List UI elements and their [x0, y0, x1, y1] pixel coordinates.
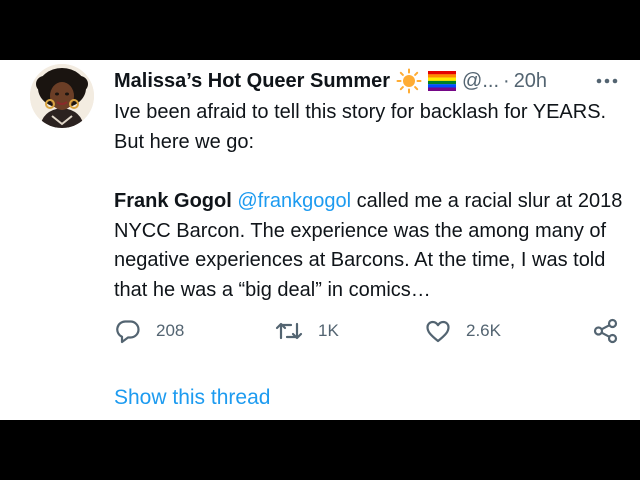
sun-emoji-icon [396, 68, 422, 94]
reply-count: 208 [156, 321, 185, 340]
more-icon [596, 78, 618, 84]
like-count: 2.6K [466, 321, 501, 340]
avatar-illustration [30, 64, 94, 128]
rainbow-flag-icon [428, 71, 457, 91]
retweet-count: 1K [318, 321, 339, 340]
retweet-button[interactable]: 1K [274, 316, 339, 346]
show-thread-link[interactable]: Show this thread [114, 386, 270, 410]
tweet-header: Malissa’s Hot Queer Summer @... · 20h [114, 66, 626, 96]
author-handle[interactable]: @... [462, 70, 499, 93]
share-icon [593, 318, 618, 344]
mentioned-name: Frank Gogol [114, 190, 232, 212]
tweet-actions: 208 1K 2.6K [114, 316, 620, 346]
like-icon [426, 320, 450, 343]
avatar[interactable] [30, 64, 94, 128]
reply-icon [116, 320, 140, 344]
retweet-icon [275, 322, 303, 340]
author-name[interactable]: Malissa’s Hot Queer Summer [114, 70, 390, 93]
tweet-paragraph-2: Frank Gogol @frankgogol called me a raci… [114, 187, 626, 305]
mention-link[interactable]: @frankgogol [237, 190, 351, 212]
more-button[interactable] [596, 66, 618, 96]
header-separator: · [503, 69, 510, 92]
reply-button[interactable]: 208 [114, 316, 184, 346]
tweet-text: Ive been afraid to tell this story for b… [114, 98, 626, 305]
like-button[interactable]: 2.6K [424, 316, 501, 346]
tweet-paragraph-1: Ive been afraid to tell this story for b… [114, 101, 607, 153]
tweet-card[interactable]: Malissa’s Hot Queer Summer @... · 20h Iv… [0, 60, 640, 420]
tweet-timestamp[interactable]: 20h [514, 70, 547, 93]
share-button[interactable] [592, 316, 620, 346]
